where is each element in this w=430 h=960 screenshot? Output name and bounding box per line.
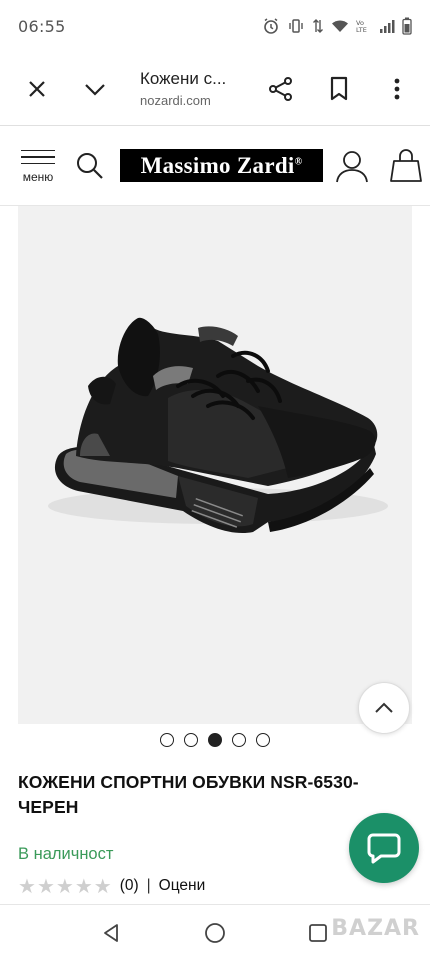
product-image[interactable] [18, 206, 412, 724]
recents-square-icon [309, 923, 328, 942]
site-header: меню Massimo Zardi® [0, 126, 430, 206]
volte-icon: Vo LTE [356, 18, 372, 34]
site-logo[interactable]: Massimo Zardi® [120, 149, 323, 182]
chat-bubble-icon [367, 833, 401, 864]
more-options-button[interactable] [368, 60, 426, 118]
carousel-dot-3[interactable] [208, 733, 222, 747]
vibrate-icon [287, 17, 305, 35]
nav-back-button[interactable] [92, 913, 132, 953]
close-tab-button[interactable] [8, 60, 66, 118]
logo-registered-mark: ® [294, 155, 303, 167]
minimize-button[interactable] [66, 60, 124, 118]
close-icon [29, 80, 45, 97]
shopping-bag-icon [390, 148, 422, 182]
browser-toolbar: Кожени с... nozardi.com [0, 52, 430, 126]
status-bar: 06:55 Vo LTE [0, 0, 430, 52]
battery-icon [402, 17, 412, 35]
separator: | [146, 877, 151, 894]
carousel-dot-4[interactable] [232, 733, 246, 747]
share-icon [269, 76, 292, 101]
svg-text:LTE: LTE [356, 26, 367, 34]
wifi-icon [331, 18, 349, 34]
carousel-dot-5[interactable] [256, 733, 270, 747]
search-button[interactable] [70, 146, 110, 186]
page-title: Кожени с... [140, 69, 227, 88]
chat-button[interactable] [349, 813, 419, 883]
carousel-dot-2[interactable] [184, 733, 198, 747]
star-icon: ★ [18, 874, 36, 898]
bookmark-icon [330, 76, 348, 100]
chevron-down-icon [85, 83, 105, 96]
back-triangle-icon [103, 923, 118, 942]
sneaker-image [18, 206, 412, 724]
search-icon [77, 152, 103, 179]
product-title: КОЖЕНИ СПОРТНИ ОБУВКИ NSR-6530-ЧЕРЕН [18, 772, 359, 817]
scroll-to-top-button[interactable] [358, 682, 410, 734]
logo-text: Massimo Zardi [140, 152, 295, 178]
cart-button[interactable] [385, 145, 427, 187]
star-icon: ★ [93, 874, 112, 898]
alarm-icon [262, 17, 280, 35]
page-url: nozardi.com [140, 93, 211, 108]
availability-status: В наличност [18, 845, 114, 863]
review-count: (0) [119, 877, 139, 894]
rating-stars[interactable]: ★ ★ ★ ★ ★ [18, 876, 112, 896]
rating-row: ★ ★ ★ ★ ★ (0) | Оцени [18, 876, 205, 896]
status-time: 06:55 [18, 16, 66, 36]
nav-home-button[interactable] [195, 913, 235, 953]
more-vert-icon [394, 78, 400, 99]
account-button[interactable] [331, 145, 373, 187]
user-icon [336, 150, 368, 182]
rate-link[interactable]: Оцени [159, 877, 206, 895]
chevron-up-icon [375, 702, 393, 713]
watermark: BAZAR [331, 916, 420, 941]
carousel-dots [0, 733, 430, 751]
status-icons: Vo LTE [262, 17, 412, 35]
share-button[interactable] [252, 60, 310, 118]
star-icon: ★ [74, 874, 93, 898]
star-icon: ★ [55, 874, 74, 898]
bookmark-button[interactable] [310, 60, 368, 118]
carousel-dot-1[interactable] [160, 733, 174, 747]
home-circle-icon [205, 922, 225, 943]
menu-label: меню [22, 169, 54, 184]
star-icon: ★ [36, 874, 55, 898]
hamburger-icon [21, 149, 55, 152]
menu-button[interactable]: меню [14, 147, 62, 184]
data-arrows-icon [312, 17, 324, 35]
signal-icon [379, 18, 395, 34]
page-title-block[interactable]: Кожени с... nozardi.com [124, 69, 252, 108]
